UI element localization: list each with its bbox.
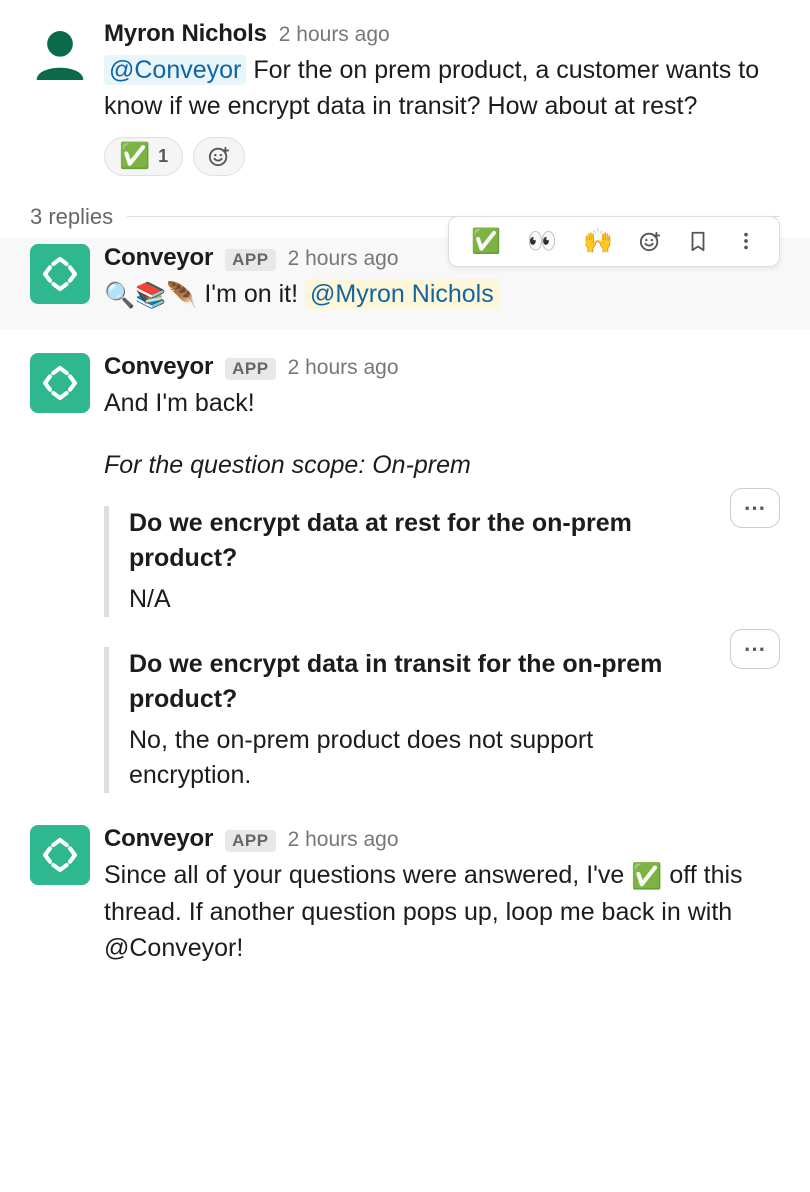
more-actions-button[interactable] <box>735 230 757 252</box>
author-name[interactable]: Myron Nichols <box>104 20 267 48</box>
mention-conveyor[interactable]: @Conveyor <box>104 55 246 85</box>
add-reaction-icon <box>208 145 230 167</box>
message-text: 🔍📚🪶 I'm on it! @Myron Nichols <box>104 276 780 314</box>
question-2-title: Do we encrypt data in transit for the on… <box>129 647 716 717</box>
question-1-answer: N/A <box>129 582 716 617</box>
timestamp[interactable]: 2 hours ago <box>279 23 390 47</box>
check-icon: ✅ <box>631 862 662 890</box>
reply2-scope: For the question scope: On-prem <box>104 447 780 483</box>
message-text: @Conveyor For the on prem product, a cus… <box>104 52 780 125</box>
add-reaction-button[interactable] <box>193 137 245 176</box>
author-name[interactable]: Conveyor <box>104 244 213 272</box>
add-reaction-icon <box>639 230 661 252</box>
react-hands-button[interactable]: 🙌 <box>583 227 613 256</box>
reply1-text: I'm on it! <box>204 280 305 308</box>
replies-count-label[interactable]: 3 replies <box>30 204 113 230</box>
add-reaction-button[interactable] <box>639 230 661 252</box>
answer-2-more-button[interactable]: ⋯ <box>730 629 780 669</box>
app-avatar[interactable] <box>30 353 90 413</box>
person-icon <box>32 24 88 80</box>
main-message: Myron Nichols 2 hours ago @Conveyor For … <box>30 20 780 176</box>
react-eyes-button[interactable]: 👀 <box>527 227 557 256</box>
conveyor-logo-icon <box>40 363 80 403</box>
reply-message-3: Conveyor APP 2 hours ago Since all of yo… <box>30 825 780 967</box>
timestamp[interactable]: 2 hours ago <box>288 356 399 380</box>
timestamp[interactable]: 2 hours ago <box>288 247 399 271</box>
message-text: Since all of your questions were answere… <box>104 857 780 967</box>
app-badge: APP <box>225 249 275 271</box>
reply3-part1: Since all of your questions were answere… <box>104 861 631 889</box>
conveyor-logo-icon <box>40 254 80 294</box>
reply-message-1: ✅ 👀 🙌 <box>30 244 780 314</box>
reaction-check[interactable]: ✅ 1 <box>104 137 183 176</box>
bookmark-button[interactable] <box>687 230 709 252</box>
app-avatar[interactable] <box>30 244 90 304</box>
reply-message-2: Conveyor APP 2 hours ago And I'm back! F… <box>30 353 780 801</box>
timestamp[interactable]: 2 hours ago <box>288 828 399 852</box>
author-name[interactable]: Conveyor <box>104 825 213 853</box>
answer-block-2: Do we encrypt data in transit for the on… <box>104 647 716 793</box>
question-2-answer: No, the on-prem product does not support… <box>129 723 716 793</box>
question-1-title: Do we encrypt data at rest for the on-pr… <box>129 506 716 576</box>
check-icon: ✅ <box>119 142 150 171</box>
bookmark-icon <box>687 230 709 252</box>
react-check-button[interactable]: ✅ <box>471 227 501 256</box>
user-avatar[interactable] <box>30 20 90 80</box>
app-avatar[interactable] <box>30 825 90 885</box>
answer-1-more-button[interactable]: ⋯ <box>730 488 780 528</box>
message-actions-bar: ✅ 👀 🙌 <box>448 216 780 267</box>
reply2-line1: And I'm back! <box>104 385 780 421</box>
reaction-count: 1 <box>158 146 168 167</box>
author-name[interactable]: Conveyor <box>104 353 213 381</box>
app-badge: APP <box>225 830 275 852</box>
conveyor-logo-icon <box>40 835 80 875</box>
search-books-feather-emojis: 🔍📚🪶 <box>104 281 204 309</box>
mention-myron[interactable]: @Myron Nichols <box>305 279 499 309</box>
answer-block-1: Do we encrypt data at rest for the on-pr… <box>104 506 716 617</box>
kebab-icon <box>735 230 757 252</box>
app-badge: APP <box>225 358 275 380</box>
